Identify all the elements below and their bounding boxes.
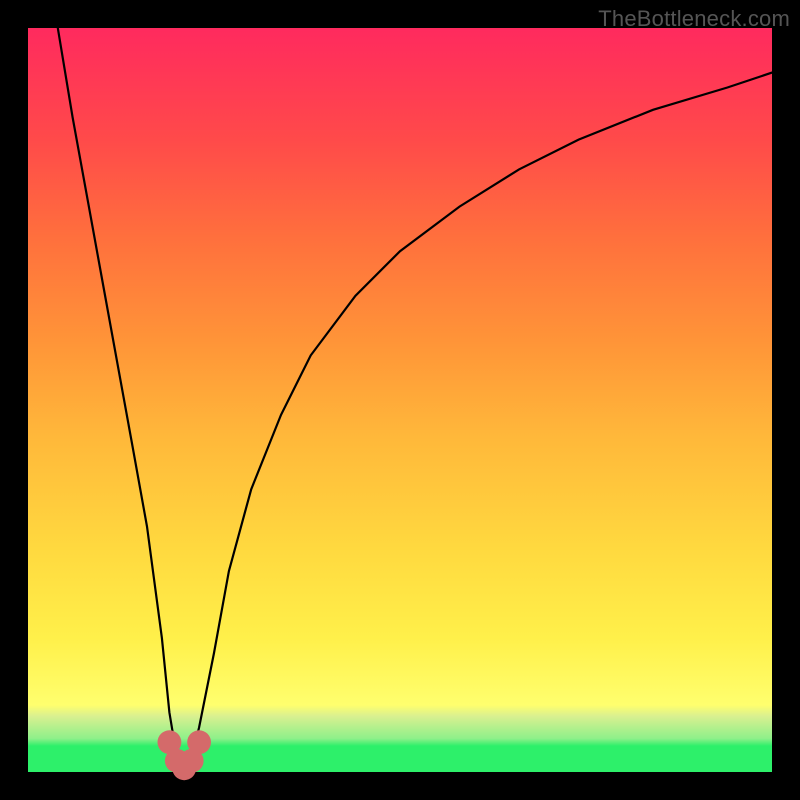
bottleneck-curve	[58, 28, 772, 772]
highlight-markers	[158, 730, 212, 780]
curve-layer	[28, 28, 772, 772]
chart-frame: TheBottleneck.com	[0, 0, 800, 800]
highlight-dot	[187, 730, 211, 754]
plot-area	[28, 28, 772, 772]
